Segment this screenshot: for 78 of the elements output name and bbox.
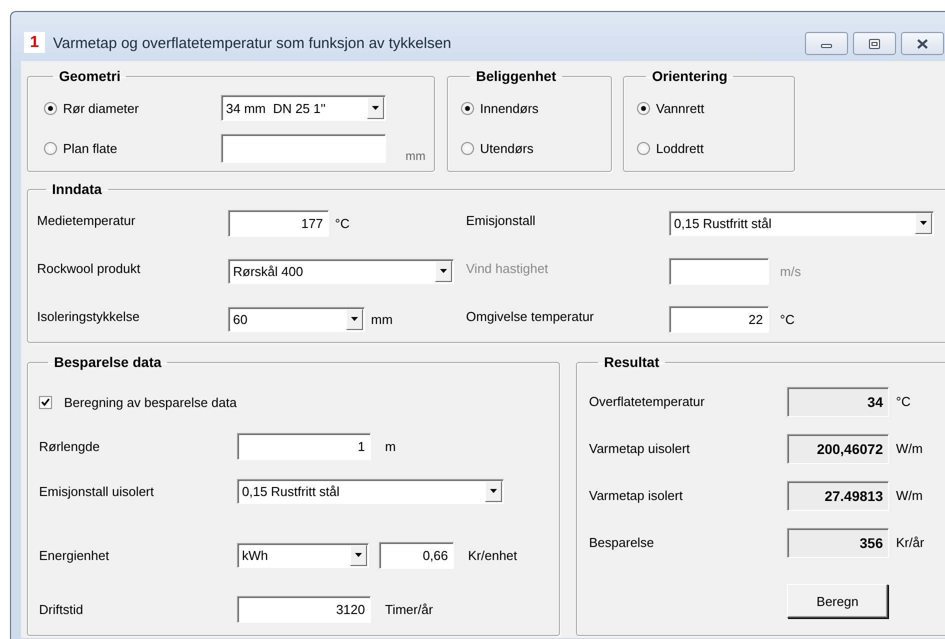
dropdown-field[interactable]: 0,15 Rustfritt stål	[237, 478, 504, 504]
output-field: 34	[787, 386, 889, 416]
field-label: Medietemperatur	[37, 212, 136, 228]
group-title: Inndata	[51, 181, 103, 197]
caret-icon	[440, 269, 447, 273]
field-label: Varmetap uisolert	[589, 441, 691, 456]
unit-label: Kr/år	[896, 535, 924, 550]
app-icon: 1	[24, 32, 45, 53]
input-field[interactable]	[221, 134, 386, 162]
radio-button[interactable]	[461, 142, 474, 154]
checkbox[interactable]	[39, 396, 52, 408]
radio-button[interactable]	[44, 142, 57, 154]
caret-icon	[372, 106, 379, 110]
caret-icon	[490, 489, 497, 493]
unit-label: m	[385, 438, 396, 454]
unit-label: °C	[896, 394, 911, 409]
calculate-button[interactable]: Beregn	[787, 584, 888, 618]
output-field: 27.49813	[787, 480, 889, 510]
field-label: Energienhet	[39, 548, 110, 562]
dropdown-field[interactable]: 34 mm DN 25 1''	[221, 95, 386, 121]
radio-label[interactable]: Innendørs	[480, 100, 539, 116]
unit-label: W/m	[896, 488, 923, 503]
caret-icon	[351, 317, 358, 321]
minimize-button[interactable]	[805, 32, 848, 55]
field-label: Emisjonstall uisolert	[39, 484, 155, 498]
radio-button[interactable]	[637, 142, 650, 154]
group-title: Resultat	[603, 354, 660, 370]
field-label: Varmetap isolert	[589, 488, 684, 503]
field-label: Rørlengde	[39, 438, 101, 454]
input-field[interactable]: 0,66	[379, 542, 454, 568]
group-title: Geometri	[58, 68, 122, 84]
caret-icon	[355, 553, 362, 557]
input-field[interactable]: 3120	[237, 596, 371, 623]
unit-label: Timer/år	[385, 602, 433, 617]
caret-icon	[920, 221, 927, 225]
output-field: 356	[787, 528, 889, 558]
dropdown-field[interactable]: Rørskål 400	[228, 258, 454, 284]
field-label: Omgivelse temperatur	[466, 308, 595, 324]
radio-label[interactable]: Vannrett	[656, 100, 704, 116]
field-label: Isoleringstykkelse	[37, 308, 141, 324]
radio-label[interactable]: Utendørs	[480, 140, 534, 156]
field-label: Driftstid	[39, 602, 84, 617]
radio-label[interactable]: Loddrett	[656, 140, 704, 156]
input-field[interactable]	[669, 258, 769, 284]
group-title: Orientering	[651, 68, 728, 84]
unit-label: m/s	[780, 264, 801, 278]
input-field[interactable]: 22	[669, 306, 769, 332]
unit-label: W/m	[896, 441, 923, 456]
input-field[interactable]: 177	[228, 210, 329, 236]
field-label: Overflatetemperatur	[589, 394, 706, 409]
field-label: Rockwool produkt	[37, 260, 142, 276]
unit-label: °C	[335, 216, 350, 230]
unit-label: mm	[406, 149, 426, 165]
field-label: Besparelse	[589, 535, 656, 550]
field-label: Vind hastighet	[466, 260, 550, 276]
unit-label: Kr/enhet	[468, 548, 518, 562]
unit-label: mm	[371, 312, 393, 326]
group-title: Besparelse data	[53, 354, 162, 370]
radio-button[interactable]	[461, 102, 474, 114]
radio-button[interactable]	[637, 102, 650, 114]
radio-button[interactable]	[44, 102, 57, 114]
radio-label[interactable]: Rør diameter	[63, 100, 139, 116]
group-title: Beliggenhet	[475, 68, 558, 84]
checkbox-label[interactable]: Beregning av besparelse data	[64, 394, 237, 410]
dropdown-field[interactable]: kWh	[237, 542, 369, 568]
field-label: Emisjonstall	[466, 212, 536, 228]
check-icon	[41, 398, 50, 406]
output-field: 200,46072	[787, 434, 889, 464]
dropdown-field[interactable]: 0,15 Rustfritt stål	[669, 210, 934, 236]
maximize-icon	[868, 38, 881, 48]
close-icon	[916, 38, 929, 48]
dropdown-field[interactable]: 60	[228, 306, 365, 332]
radio-label[interactable]: Plan flate	[63, 140, 118, 156]
maximize-button[interactable]	[853, 32, 896, 55]
unit-label: °C	[780, 312, 795, 326]
window-title: Varmetap og overflatetemperatur som funksjon av tykkelsen	[53, 35, 452, 52]
close-button[interactable]	[901, 32, 944, 55]
input-field[interactable]: 1	[237, 432, 371, 460]
